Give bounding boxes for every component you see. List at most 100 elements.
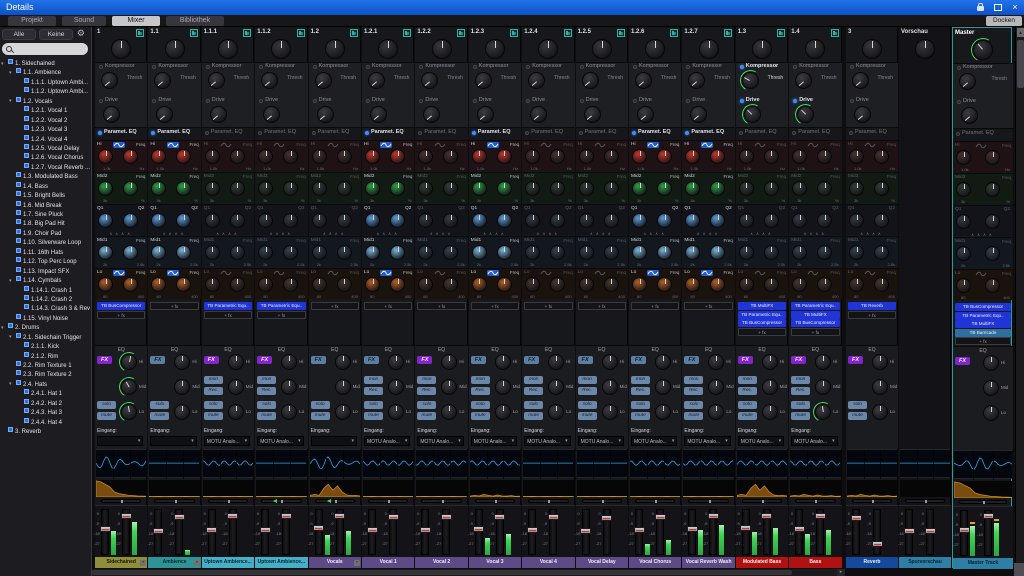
channel-icon[interactable] xyxy=(403,29,411,37)
band-gain-knob[interactable] xyxy=(525,213,540,228)
band-freq-knob[interactable] xyxy=(497,245,512,260)
band-gain-knob[interactable] xyxy=(792,213,807,228)
track-checkbox[interactable] xyxy=(24,304,29,309)
rec-button[interactable]: Rec. xyxy=(738,387,757,395)
thresh-knob[interactable] xyxy=(101,72,118,89)
band-freq-knob[interactable] xyxy=(550,149,565,164)
fader-handle[interactable] xyxy=(761,513,772,519)
input-select[interactable]: MOTU Analo...▾ xyxy=(631,436,677,446)
alle-button[interactable]: Alle xyxy=(2,29,36,40)
pan-slider-thumb[interactable] xyxy=(228,500,230,503)
pan-slider-thumb[interactable] xyxy=(602,500,604,503)
band-gain-knob[interactable] xyxy=(739,213,754,228)
kompressor-power[interactable] xyxy=(850,65,854,69)
pan-slider[interactable] xyxy=(688,499,728,503)
fx-button[interactable]: FX xyxy=(471,356,486,364)
mute-button[interactable]: mute xyxy=(631,412,650,420)
channel-mid-knob[interactable] xyxy=(872,379,888,395)
drive-knob[interactable] xyxy=(854,106,871,123)
band-gain-knob[interactable] xyxy=(205,149,220,164)
tree-item[interactable]: 2.4.2. Hat 2 xyxy=(0,399,92,408)
track-checkbox[interactable] xyxy=(24,295,29,300)
tree-item[interactable]: 1.14.3. Crash 3 & Rev xyxy=(0,304,92,313)
track-checkbox[interactable] xyxy=(8,59,13,64)
track-checkbox[interactable] xyxy=(24,352,29,357)
mon-button[interactable]: mon xyxy=(471,376,490,384)
fader-handle[interactable] xyxy=(281,513,292,519)
band-freq-knob[interactable] xyxy=(337,181,352,196)
channel-hi-knob[interactable] xyxy=(872,354,888,370)
drive-power[interactable] xyxy=(580,99,584,103)
track-checkbox[interactable] xyxy=(16,314,21,319)
band-freq-knob[interactable] xyxy=(657,149,672,164)
band-gain-knob[interactable] xyxy=(956,150,971,165)
pan-knob[interactable] xyxy=(325,39,345,59)
add-fx-button[interactable]: + fx xyxy=(524,302,572,310)
tree-item[interactable]: 2.4.3. Hat 3 xyxy=(0,408,92,417)
drive-knob[interactable] xyxy=(317,106,334,123)
band-freq-knob[interactable] xyxy=(817,149,832,164)
band-freq-knob[interactable] xyxy=(985,278,1000,293)
input-select[interactable]: ▾ xyxy=(97,436,143,446)
pan-slider[interactable] xyxy=(315,499,355,503)
tree-item[interactable]: 1.14.1. Crash 1 xyxy=(0,286,92,295)
fader-track[interactable] xyxy=(656,509,664,555)
band-freq-knob[interactable] xyxy=(443,181,458,196)
drive-power[interactable] xyxy=(633,99,637,103)
band-freq-knob[interactable] xyxy=(230,213,245,228)
fader-handle[interactable] xyxy=(227,513,238,519)
fader-handle[interactable] xyxy=(313,525,324,531)
drive-knob[interactable] xyxy=(210,106,227,123)
band-gain-knob[interactable] xyxy=(956,246,971,261)
fader-handle[interactable] xyxy=(904,528,915,534)
pan-knob[interactable] xyxy=(218,39,238,59)
band-gain-knob[interactable] xyxy=(418,181,433,196)
expander-icon[interactable]: ▾ xyxy=(9,380,12,389)
kompressor-power[interactable] xyxy=(313,65,317,69)
pan-slider-thumb[interactable] xyxy=(121,500,123,503)
fader-track[interactable] xyxy=(852,509,860,555)
band-freq-knob[interactable] xyxy=(337,245,352,260)
channel-mid-knob[interactable] xyxy=(762,379,778,395)
band-gain-knob[interactable] xyxy=(98,149,113,164)
thresh-knob[interactable] xyxy=(368,72,385,89)
band-freq-knob[interactable] xyxy=(710,149,725,164)
fx-button[interactable]: FX xyxy=(97,356,112,364)
fader-handle[interactable] xyxy=(473,526,484,532)
track-name-label[interactable]: Vocal 1 xyxy=(362,557,414,568)
track-checkbox[interactable] xyxy=(16,219,21,224)
track-name-label[interactable]: Vocal Delay xyxy=(576,557,628,568)
fader-handle[interactable] xyxy=(959,527,970,533)
fader-handle[interactable] xyxy=(494,514,505,520)
band-freq-knob[interactable] xyxy=(337,149,352,164)
track-checkbox[interactable] xyxy=(8,427,13,432)
rec-button[interactable]: Rec. xyxy=(257,387,276,395)
plugin-slot[interactable]: TB MultiFX xyxy=(955,320,1011,328)
tree-item[interactable]: 1.8. Big Pad Hit xyxy=(0,219,92,228)
band-gain-knob[interactable] xyxy=(151,245,166,260)
fader-track[interactable] xyxy=(122,509,130,555)
band-gain-knob[interactable] xyxy=(312,149,327,164)
search-input[interactable] xyxy=(16,43,84,55)
band-gain-knob[interactable] xyxy=(956,182,971,197)
plugin-slot[interactable]: TB Parametric Equ.. xyxy=(204,302,252,310)
tree-item[interactable]: 1.2.4. Vocal 4 xyxy=(0,135,92,144)
mute-button[interactable]: mute xyxy=(848,412,867,420)
drive-knob[interactable] xyxy=(370,106,387,123)
band-freq-knob[interactable] xyxy=(443,277,458,292)
band-gain-knob[interactable] xyxy=(205,277,220,292)
band-gain-knob[interactable] xyxy=(525,149,540,164)
track-name-label[interactable]: Sidechained- xyxy=(95,557,147,568)
thresh-knob[interactable] xyxy=(852,72,869,89)
tree-item[interactable]: 1.2.5. Vocal Delay xyxy=(0,144,92,153)
band-gain-knob[interactable] xyxy=(312,213,327,228)
fx-button[interactable]: FX xyxy=(417,356,432,364)
band-freq-knob[interactable] xyxy=(874,277,889,292)
band-freq-knob[interactable] xyxy=(390,245,405,260)
eq-power[interactable] xyxy=(205,131,209,135)
band-gain-knob[interactable] xyxy=(685,181,700,196)
fader-track[interactable] xyxy=(208,509,216,555)
tree-item[interactable]: 2.1.2. Rim xyxy=(0,352,92,361)
band-gain-knob[interactable] xyxy=(739,245,754,260)
track-checkbox[interactable] xyxy=(16,172,21,177)
